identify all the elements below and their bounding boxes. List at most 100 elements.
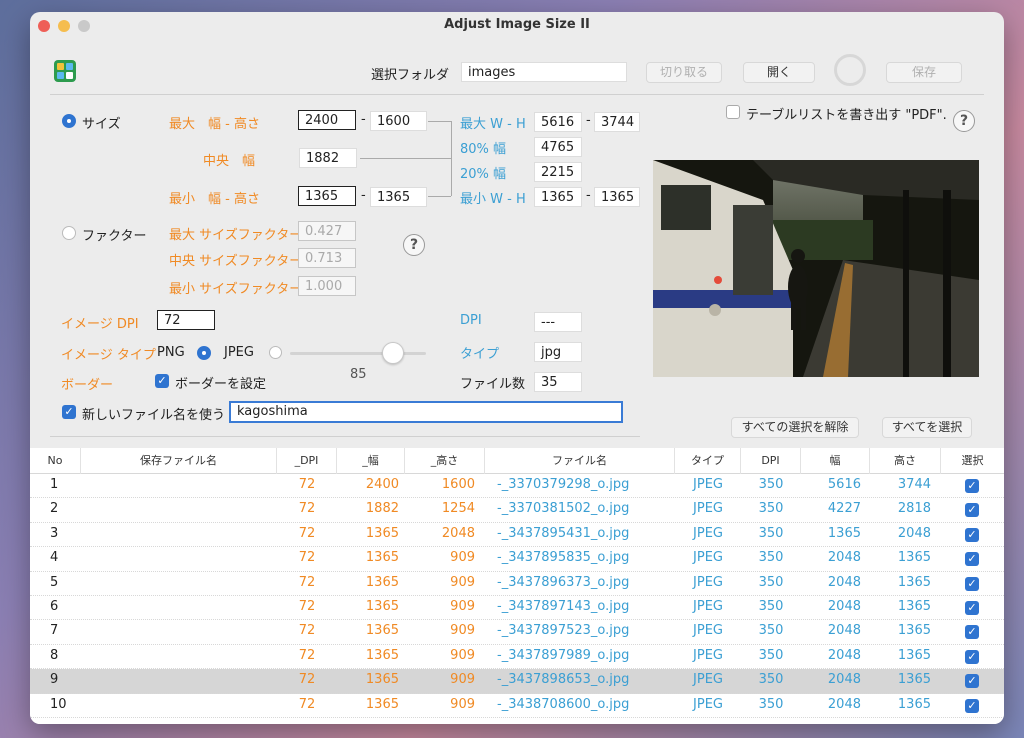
- window-title: Adjust Image Size II: [444, 17, 590, 32]
- cell-no: 5: [50, 574, 59, 590]
- border-checkbox[interactable]: ✓: [155, 374, 169, 388]
- table-row[interactable]: 9 72 1365 909 -_3437898653_o.jpg JPEG 350 2048 1…: [30, 669, 1004, 694]
- column-header-no[interactable]: No: [30, 448, 81, 474]
- column-header-dpi[interactable]: DPI: [741, 448, 801, 474]
- help-icon[interactable]: ?: [403, 234, 425, 256]
- cell-save-name: [90, 620, 270, 644]
- cell-out-height: 909: [450, 550, 475, 566]
- cell-width: 5616: [827, 477, 861, 492]
- dash-separator: -: [361, 112, 366, 127]
- column-header-save-name[interactable]: 保存ファイル名: [81, 448, 277, 474]
- row-select-checkbox[interactable]: ✓: [965, 503, 979, 518]
- cell-height: 1365: [897, 672, 931, 688]
- cell-no: 10: [50, 696, 67, 712]
- image-dpi-field[interactable]: 72: [157, 310, 215, 330]
- cell-file-name: -_3437897989_o.jpg: [497, 647, 630, 663]
- cell-file-name: -_3438708600_o.jpg: [497, 696, 630, 712]
- quality-radio[interactable]: [269, 346, 282, 359]
- help-icon[interactable]: ?: [953, 110, 975, 132]
- cell-height: 2048: [897, 525, 931, 541]
- select-all-button[interactable]: すべてを選択: [882, 417, 972, 438]
- max-factor-field[interactable]: 0.427: [298, 221, 356, 241]
- cell-out-dpi: 72: [298, 501, 316, 517]
- cell-width: 2048: [827, 672, 861, 688]
- row-select-checkbox[interactable]: ✓: [965, 552, 979, 567]
- column-header-height[interactable]: 高さ: [870, 448, 941, 474]
- row-select-checkbox[interactable]: ✓: [965, 674, 979, 689]
- quality-slider-track[interactable]: [290, 352, 426, 355]
- column-header-file-name[interactable]: ファイル名: [485, 448, 675, 474]
- size-radio[interactable]: [62, 114, 76, 128]
- image-dpi-label: イメージ DPI: [61, 317, 139, 332]
- cell-out-width: 1365: [365, 672, 399, 688]
- cell-type: JPEG: [693, 477, 723, 492]
- folder-field[interactable]: images: [461, 62, 627, 82]
- cell-width: 1365: [827, 525, 861, 541]
- table-row[interactable]: 2 72 1882 1254 -_3370381502_o.jpg JPEG 350 4227…: [30, 498, 1004, 523]
- open-button[interactable]: 開く: [743, 62, 815, 83]
- min-wh-label: 最小 W - H: [460, 192, 526, 207]
- file-count-readout: 35: [534, 372, 582, 392]
- cell-out-height: 909: [450, 599, 475, 614]
- connector-line: [451, 121, 452, 196]
- column-header-select[interactable]: 選択: [941, 448, 1004, 474]
- column-header-out-width[interactable]: _幅: [337, 448, 405, 474]
- cell-no: 4: [50, 550, 59, 566]
- cell-out-dpi: 72: [298, 599, 316, 614]
- table-row[interactable]: 10 72 1365 909 -_3438708600_o.jpg JPEG 350 2048…: [30, 694, 1004, 718]
- cell-file-name: -_3437898653_o.jpg: [497, 672, 630, 688]
- table-row[interactable]: 4 72 1365 909 -_3437895835_o.jpg JPEG 350 2048 1…: [30, 547, 1004, 572]
- factor-radio-label: ファクター: [82, 229, 147, 244]
- cell-save-name: [90, 547, 270, 571]
- min-factor-field[interactable]: 1.000: [298, 276, 356, 296]
- row-select-checkbox[interactable]: ✓: [965, 698, 979, 713]
- save-button[interactable]: 保存: [886, 62, 962, 83]
- row-select-checkbox[interactable]: ✓: [965, 479, 979, 493]
- table-row[interactable]: 3 72 1365 2048 -_3437895431_o.jpg JPEG 350 1365…: [30, 523, 1004, 548]
- cell-out-height: 2048: [441, 525, 475, 541]
- min-height-field[interactable]: 1365: [370, 187, 427, 207]
- row-select-checkbox[interactable]: ✓: [965, 625, 979, 640]
- cell-out-height: 909: [450, 672, 475, 688]
- cell-out-dpi: 72: [298, 525, 316, 541]
- row-select-checkbox[interactable]: ✓: [965, 649, 979, 664]
- cell-file-name: -_3370379298_o.jpg: [497, 477, 630, 492]
- cell-out-height: 909: [450, 647, 475, 663]
- new-filename-field[interactable]: kagoshima: [229, 401, 623, 423]
- folder-label: 選択フォルダ: [371, 68, 450, 83]
- cell-type: JPEG: [693, 550, 723, 566]
- cell-file-name: -_3370381502_o.jpg: [497, 501, 630, 517]
- max-width-field[interactable]: 2400: [298, 110, 356, 130]
- table-row[interactable]: 1 72 2400 1600 -_3370379298_o.jpg JPEG 350 5616…: [30, 474, 1004, 499]
- new-filename-checkbox[interactable]: ✓: [62, 405, 76, 419]
- column-header-out-dpi[interactable]: _DPI: [277, 448, 337, 474]
- cell-type: JPEG: [693, 501, 723, 517]
- quality-slider-knob[interactable]: [382, 342, 404, 364]
- table-row[interactable]: 5 72 1365 909 -_3437896373_o.jpg JPEG 350 2048 1…: [30, 572, 1004, 596]
- w80-readout: 4765: [534, 137, 582, 157]
- cut-button[interactable]: 切り取る: [646, 62, 722, 83]
- table-row[interactable]: 6 72 1365 909 -_3437897143_o.jpg JPEG 350 2048 1…: [30, 596, 1004, 621]
- border-label: ボーダー: [61, 378, 114, 393]
- row-select-checkbox[interactable]: ✓: [965, 601, 979, 615]
- deselect-all-button[interactable]: すべての選択を解除: [731, 417, 859, 438]
- factor-radio[interactable]: [62, 226, 76, 240]
- min-width-field[interactable]: 1365: [298, 186, 356, 206]
- type-stat-label: タイプ: [460, 347, 500, 362]
- row-select-checkbox[interactable]: ✓: [965, 527, 979, 542]
- max-height-field[interactable]: 1600: [370, 111, 427, 131]
- column-header-out-height[interactable]: _高さ: [405, 448, 485, 474]
- table-header: No 保存ファイル名 _DPI _幅 _高さ ファイル名 タイプ DPI 幅 高…: [30, 448, 1004, 474]
- mid-factor-field[interactable]: 0.713: [298, 248, 356, 268]
- export-pdf-checkbox[interactable]: [726, 105, 740, 119]
- max-h-readout: 3744: [594, 112, 640, 132]
- row-select-checkbox[interactable]: ✓: [965, 576, 979, 591]
- divider: [50, 436, 640, 437]
- column-header-width[interactable]: 幅: [801, 448, 870, 474]
- table-row[interactable]: 8 72 1365 909 -_3437897989_o.jpg JPEG 350 2048 1…: [30, 645, 1004, 670]
- column-header-type[interactable]: タイプ: [675, 448, 741, 474]
- min-size-label: 最小 幅 - 高さ: [169, 192, 260, 207]
- table-row[interactable]: 7 72 1365 909 -_3437897523_o.jpg JPEG 350 2048 1…: [30, 620, 1004, 645]
- jpeg-radio[interactable]: [197, 346, 211, 360]
- mid-width-field[interactable]: 1882: [299, 148, 357, 168]
